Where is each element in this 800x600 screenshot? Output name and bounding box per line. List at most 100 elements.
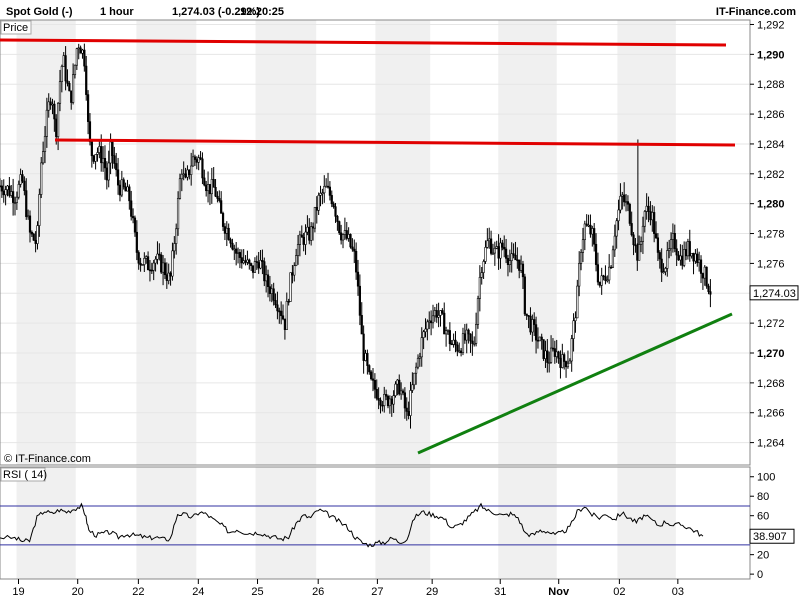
- candle-body: [533, 319, 536, 325]
- candle-body: [690, 252, 693, 257]
- candle-body: [609, 266, 613, 269]
- candle-body: [139, 262, 142, 266]
- candle-body: [699, 259, 703, 274]
- candle-body: [341, 234, 345, 241]
- candle-body: [19, 174, 22, 185]
- candle-body: [461, 333, 465, 354]
- candle-body: [683, 249, 686, 266]
- candle-body: [109, 141, 112, 164]
- candle-body: [611, 249, 615, 268]
- rsi-last-value-tag: 38.907: [749, 528, 795, 544]
- candle-body: [463, 333, 466, 341]
- candle-body: [493, 247, 496, 254]
- candle-body: [525, 313, 528, 316]
- candle-body: [236, 252, 240, 254]
- candle-body: [10, 191, 13, 196]
- candle-body: [448, 330, 451, 345]
- candle-body: [613, 235, 616, 251]
- candle-body: [523, 276, 526, 315]
- candle-body: [351, 246, 354, 250]
- candle-body: [4, 189, 7, 196]
- candle-body: [188, 169, 191, 175]
- candle-body: [85, 65, 88, 95]
- day-stripe: [16, 20, 76, 465]
- candle-body: [503, 246, 506, 250]
- candle-body: [133, 217, 137, 233]
- candle-body: [47, 101, 50, 111]
- candle-body: [555, 351, 558, 357]
- candle-body: [43, 136, 47, 152]
- candle-body: [169, 272, 172, 277]
- candle-body: [154, 258, 157, 264]
- candle-body: [285, 301, 288, 330]
- candle-body: [203, 177, 206, 186]
- candle-body: [257, 262, 260, 269]
- candle-body: [235, 248, 238, 254]
- candle-body: [364, 353, 367, 361]
- candle-body: [598, 281, 601, 286]
- candle-body: [193, 156, 197, 160]
- candle-body: [403, 392, 406, 409]
- candle-body: [319, 192, 322, 196]
- candle-body: [186, 169, 189, 178]
- y-tick-label: 1,266: [757, 408, 785, 420]
- candle-body: [566, 362, 570, 368]
- candle-body: [645, 205, 648, 212]
- candle-body: [579, 252, 583, 264]
- candle-body: [100, 146, 103, 164]
- candle-body: [175, 228, 178, 244]
- candle-body: [626, 201, 630, 205]
- candle-body: [433, 310, 436, 317]
- candle-body: [418, 356, 421, 359]
- candle-body: [703, 266, 706, 279]
- candle-body: [445, 330, 448, 335]
- candle-body: [388, 398, 391, 407]
- candle-body: [180, 173, 183, 180]
- candle-body: [381, 404, 384, 407]
- candle-body: [8, 185, 11, 196]
- candle-body: [664, 268, 667, 273]
- rsi-y-tick-label: 20: [757, 550, 769, 562]
- candle-body: [534, 324, 538, 341]
- day-stripe: [498, 467, 557, 579]
- rsi-y-tick-label: 0: [757, 569, 763, 581]
- candle-body: [630, 223, 633, 236]
- candle-body: [415, 366, 418, 374]
- candle-body: [231, 242, 234, 250]
- candle-body: [383, 394, 386, 406]
- candle-body: [681, 255, 684, 266]
- candle-body: [12, 191, 15, 203]
- candle-body: [0, 185, 2, 188]
- candle-body: [122, 179, 125, 188]
- candle-body: [347, 234, 350, 239]
- x-tick-label: 25: [251, 586, 263, 598]
- candle-body: [103, 157, 107, 169]
- candle-body: [163, 262, 167, 276]
- candle-body: [510, 253, 513, 261]
- candle-body: [570, 338, 573, 362]
- rsi-y-tick-label: 80: [757, 491, 769, 503]
- candle-body: [623, 194, 626, 203]
- candle-body: [21, 174, 24, 182]
- candle-body: [55, 118, 58, 138]
- candle-body: [57, 102, 60, 138]
- day-stripe: [136, 20, 197, 465]
- candle-body: [143, 258, 146, 265]
- candle-body: [484, 247, 487, 262]
- candle-body: [25, 190, 28, 217]
- candle-body: [178, 178, 182, 199]
- candle-body: [386, 395, 390, 407]
- y-tick-label: 1,270: [757, 348, 785, 360]
- candle-body: [701, 273, 705, 279]
- day-stripe: [255, 20, 317, 465]
- candle-body: [328, 186, 331, 196]
- candle-body: [698, 259, 701, 264]
- candle-body: [223, 226, 227, 234]
- candle-body: [504, 248, 508, 259]
- day-stripe: [136, 467, 197, 579]
- candle-body: [190, 165, 193, 175]
- candle-body: [576, 285, 579, 319]
- day-stripe: [16, 467, 76, 579]
- candle-body: [98, 146, 101, 153]
- source-label: IT-Finance.com: [716, 6, 796, 18]
